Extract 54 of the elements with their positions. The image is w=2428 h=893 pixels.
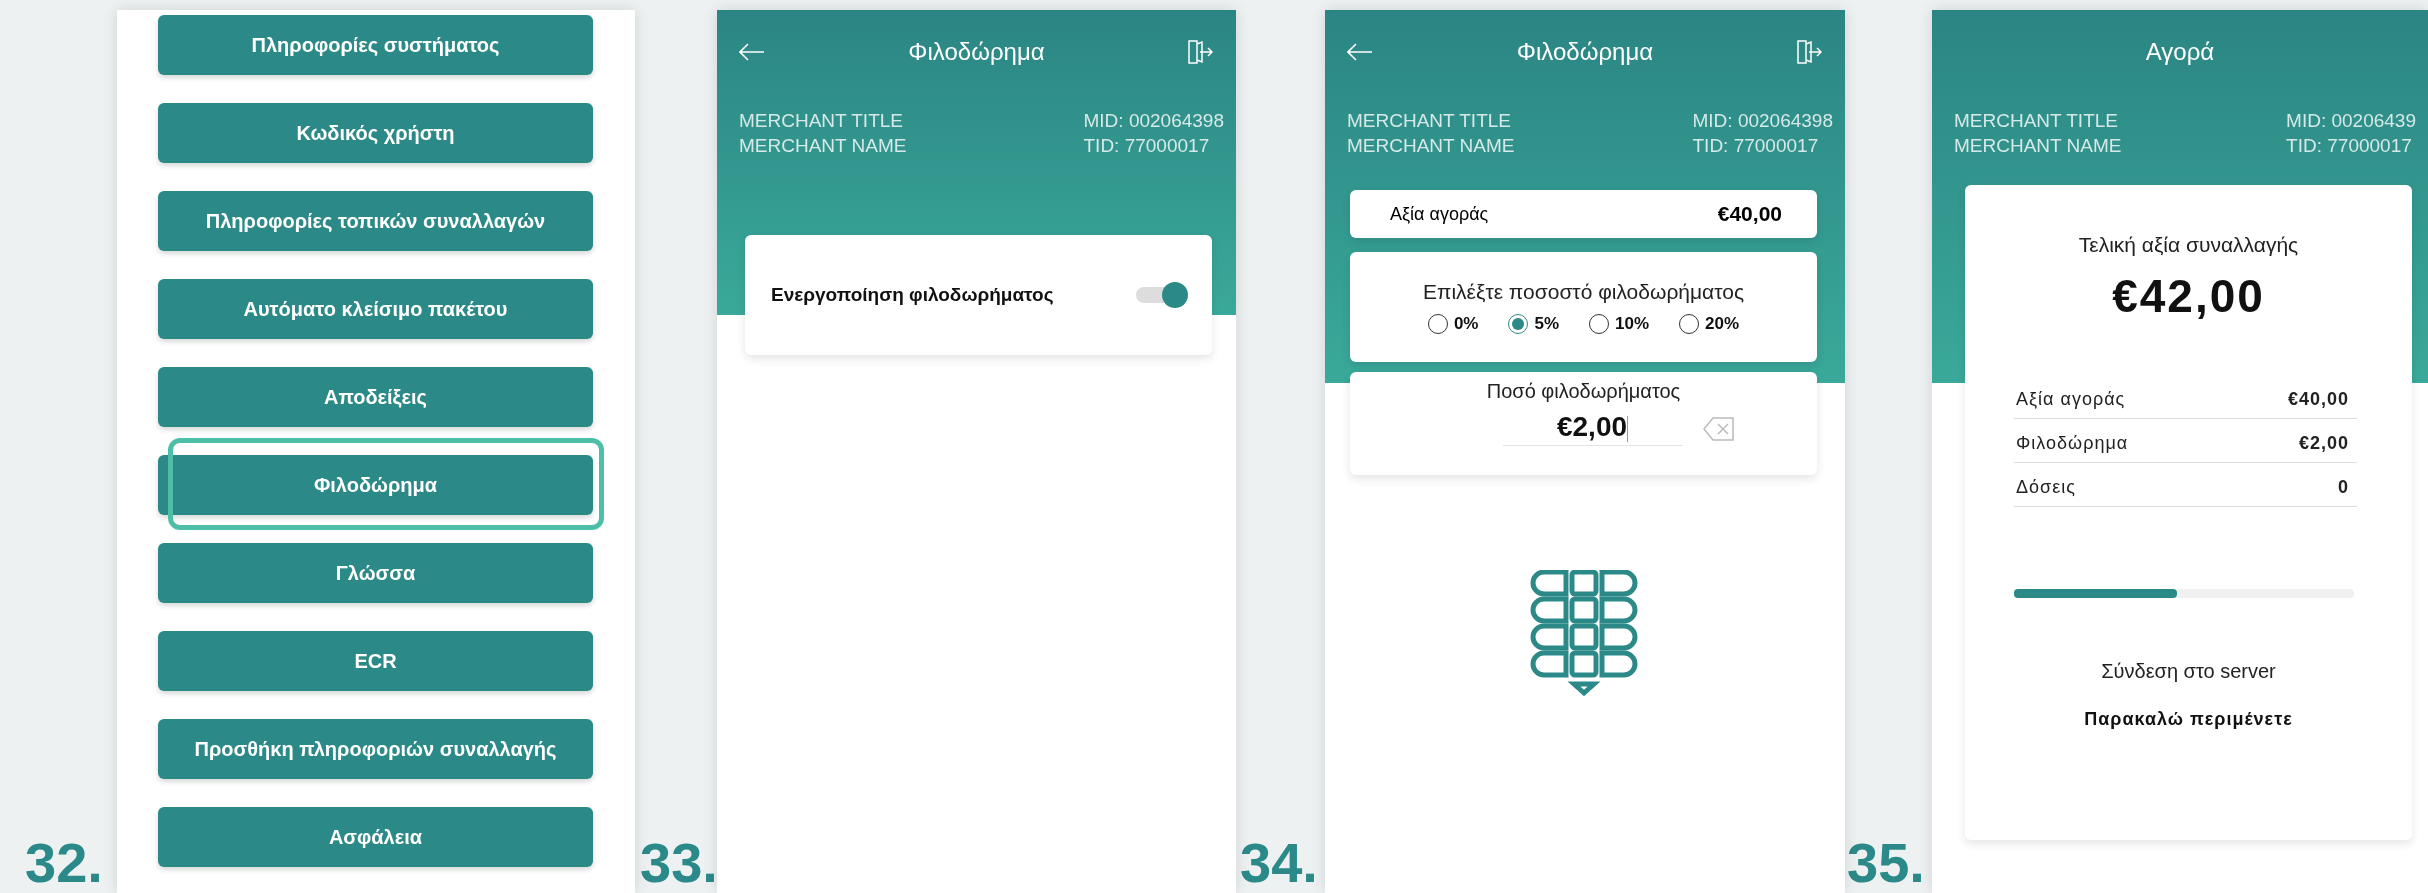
- row-label: Αξία αγοράς: [2016, 389, 2126, 410]
- total-amount: €42,00: [2112, 269, 2265, 323]
- screen-title: Φιλοδώρημα: [1516, 38, 1654, 66]
- menu-button[interactable]: Προσθήκη πληροφοριών συναλλαγής: [158, 719, 593, 779]
- tip-amount-field[interactable]: €2,00: [1502, 411, 1683, 446]
- row-value: €2,00: [2298, 433, 2349, 454]
- step-number: 32.: [25, 835, 103, 891]
- terminal-id: TID: 77000017: [2286, 134, 2413, 158]
- back-arrow-icon[interactable]: [739, 43, 765, 61]
- screen-title: Αγορά: [2145, 38, 2215, 66]
- menu-button[interactable]: Αυτόματο κλείσιμο πακέτου: [158, 279, 593, 339]
- percent-prompt: Επιλέξτε ποσοστό φιλοδωρήματος: [1422, 280, 1745, 304]
- back-arrow-icon[interactable]: [1347, 43, 1373, 61]
- merchant-id: MID: 00206439: [2286, 109, 2416, 133]
- menu-button[interactable]: Ασφάλεια: [158, 807, 593, 867]
- purchase-value: €40,00: [1717, 202, 1782, 226]
- merchant-title: MERCHANT TITLE: [739, 109, 904, 133]
- merchant-title: MERCHANT TITLE: [1954, 109, 2119, 133]
- menu-button[interactable]: Πληροφορίες τοπικών συναλλαγών: [158, 191, 593, 251]
- total-label: Τελική αξία συναλλαγής: [2078, 233, 2299, 257]
- menu-button[interactable]: Πληροφορίες συστήματος: [158, 15, 593, 75]
- toggle-switch[interactable]: [1134, 282, 1188, 308]
- menu-button[interactable]: Αποδείξεις: [158, 367, 593, 427]
- status-text: Σύνδεση στο server: [2101, 660, 2276, 683]
- menu-button[interactable]: Κωδικός χρήστη: [158, 103, 593, 163]
- merchant-title: MERCHANT TITLE: [1347, 109, 1512, 133]
- merchant-name: MERCHANT NAME: [1347, 134, 1515, 158]
- row-label: Φιλοδώρημα: [2016, 433, 2129, 454]
- percent-radio[interactable]: 20%: [1679, 314, 1740, 334]
- tip-amount-label: Ποσό φιλοδωρήματος: [1486, 380, 1681, 403]
- setting-label: Ενεργοποίηση φιλοδωρήματος: [771, 284, 1054, 306]
- menu-button[interactable]: Φιλοδώρημα: [158, 455, 593, 515]
- step-number: 34.: [1240, 835, 1318, 891]
- terminal-id: TID: 77000017: [1692, 134, 1820, 158]
- row-label: Δόσεις: [2016, 477, 2076, 498]
- terminal-id: TID: 77000017: [1083, 134, 1211, 158]
- purchase-label: Αξία αγοράς: [1390, 203, 1489, 225]
- merchant-name: MERCHANT NAME: [739, 134, 907, 158]
- logout-icon[interactable]: [1186, 38, 1214, 66]
- merchant-id: MID: 002064398: [1692, 109, 1833, 133]
- step-number: 35.: [1847, 835, 1925, 891]
- menu-button[interactable]: Γλώσσα: [158, 543, 593, 603]
- merchant-name: MERCHANT NAME: [1954, 134, 2122, 158]
- wait-text: Παρακαλώ περιμένετε: [2084, 709, 2293, 730]
- screen-title: Φιλοδώρημα: [908, 38, 1045, 66]
- row-value: €40,00: [2287, 389, 2349, 410]
- percent-radio[interactable]: 0%: [1427, 314, 1479, 334]
- menu-button[interactable]: ECR: [158, 631, 593, 691]
- step-number: 33.: [640, 835, 718, 891]
- percent-radio[interactable]: 10%: [1589, 314, 1650, 334]
- percent-radio[interactable]: 5%: [1508, 314, 1560, 334]
- merchant-id: MID: 002064398: [1083, 109, 1224, 133]
- logout-icon[interactable]: [1795, 38, 1823, 66]
- row-value: 0: [2338, 477, 2349, 498]
